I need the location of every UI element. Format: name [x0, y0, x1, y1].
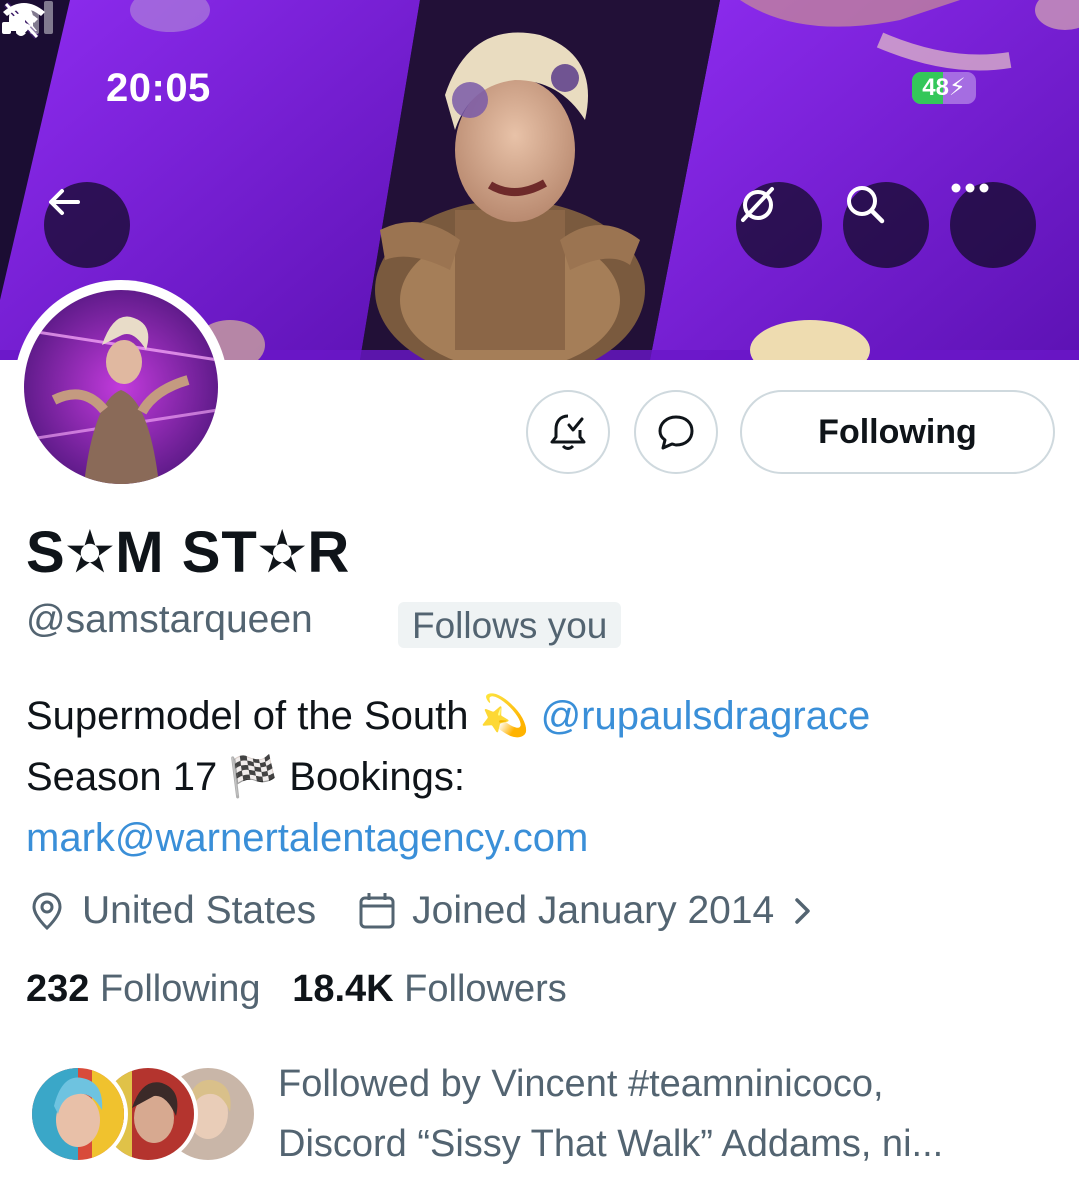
- followers-label: Followers: [404, 968, 567, 1010]
- joined-date[interactable]: Joined January 2014: [412, 889, 774, 933]
- display-name: S✫M ST✫R: [26, 520, 351, 585]
- battery-percent: 48⚡: [922, 74, 966, 101]
- chevron-right-icon[interactable]: [788, 893, 818, 929]
- more-icon: [951, 183, 989, 193]
- arrow-left-icon: [49, 189, 80, 215]
- following-button[interactable]: Following: [740, 390, 1055, 474]
- bio-mention-link[interactable]: @rupaulsdragrace: [541, 694, 871, 738]
- wifi-icon: [3, 3, 45, 34]
- following-count: 232: [26, 968, 90, 1010]
- battery-indicator: 48⚡: [912, 72, 976, 104]
- followed-by-avatars[interactable]: [28, 1064, 258, 1166]
- followed-by-line: Discord “Sissy That Walk” Addams, ni...: [278, 1123, 944, 1165]
- following-stat[interactable]: 232 Following: [26, 968, 261, 1010]
- avatar: [28, 1064, 128, 1164]
- following-label: Following: [99, 968, 261, 1010]
- calendar-icon: [359, 893, 395, 929]
- status-time: 20:05: [106, 66, 211, 110]
- bio: Supermodel of the South 💫 @rupaulsdragra…: [26, 686, 1056, 869]
- bio-line: Supermodel of the South 💫 @rupaulsdragra…: [26, 686, 1056, 747]
- bio-email-link[interactable]: mark@warnertalentagency.com: [26, 816, 588, 860]
- bell-check-icon: [550, 414, 586, 450]
- follows-you-badge: Follows you: [398, 602, 622, 648]
- location-pin-icon: [32, 892, 62, 931]
- handle: @samstarqueen: [26, 598, 313, 641]
- profile-avatar[interactable]: [14, 280, 228, 494]
- avatar-image: [32, 1068, 124, 1160]
- followed-by-text[interactable]: Followed by Vincent #teamninicoco, Disco…: [278, 1054, 1058, 1174]
- followers-stat[interactable]: 18.4K Followers: [292, 968, 567, 1010]
- grok-button[interactable]: [736, 182, 822, 268]
- location-text: United States: [82, 889, 317, 932]
- search-icon: [847, 186, 885, 224]
- message-button[interactable]: [634, 390, 718, 474]
- message-icon: [658, 415, 694, 450]
- bio-text: Season 17 🏁 Bookings:: [26, 755, 465, 799]
- grok-icon: [741, 187, 774, 222]
- bio-text: Supermodel of the South 💫: [26, 694, 541, 738]
- status-bar: 20:05 48⚡: [0, 0, 1079, 120]
- profile-meta: United States Joined January 2014: [26, 886, 818, 936]
- back-button[interactable]: [44, 182, 130, 268]
- avatar-image: [24, 290, 218, 484]
- bio-line: mark@warnertalentagency.com: [26, 808, 1056, 869]
- followers-count: 18.4K: [292, 968, 394, 1010]
- search-button[interactable]: [843, 182, 929, 268]
- more-options-button[interactable]: [950, 182, 1036, 268]
- followed-by-line: Followed by Vincent #teamninicoco,: [278, 1063, 884, 1105]
- bio-line: Season 17 🏁 Bookings:: [26, 747, 1056, 808]
- notifications-button[interactable]: [526, 390, 610, 474]
- follow-stats: 232 Following 18.4K Followers: [26, 968, 567, 1011]
